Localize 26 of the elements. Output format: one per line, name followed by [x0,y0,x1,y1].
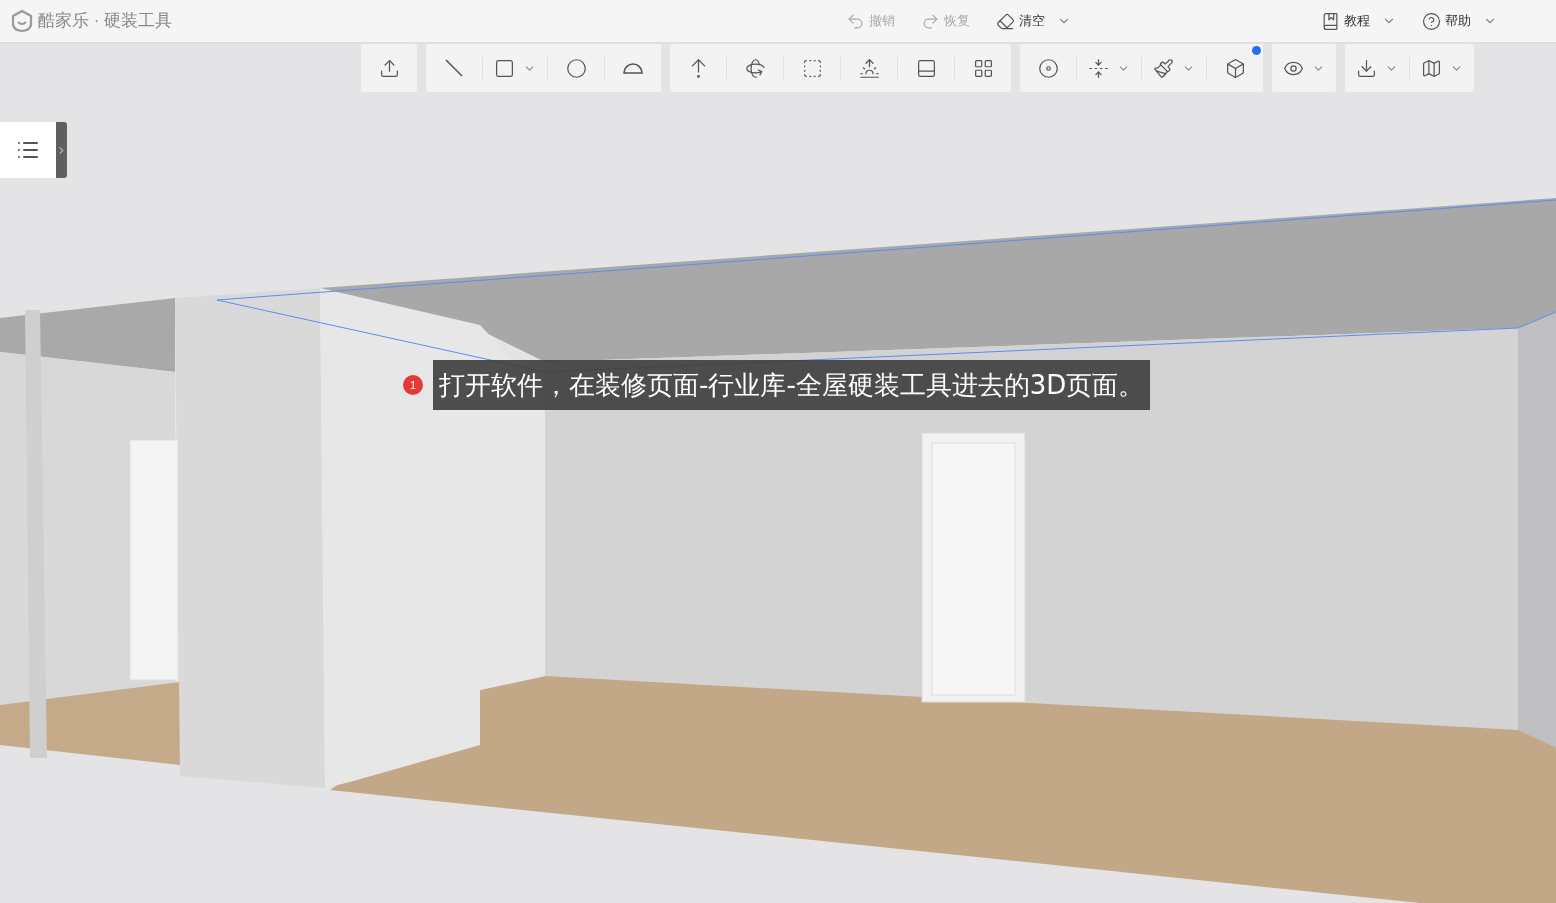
panel-icon [915,57,937,79]
square-icon [494,57,515,79]
fold-icon [1088,57,1109,79]
circle-icon [565,57,587,79]
map-icon [1421,57,1442,79]
upload-icon [378,57,400,79]
grid-icon [972,57,994,79]
cube-icon [1224,57,1246,79]
book-icon [1321,11,1340,31]
top-action-button[interactable]: 教程 [1321,11,1396,31]
help-icon [1422,11,1441,31]
rotate-icon [744,57,766,79]
download-icon [1356,57,1377,79]
caption-text: 打开软件，在装修页面-行业库-全屋硬装工具进去的3D页面。 [433,360,1151,410]
line-icon [443,57,465,79]
sunrise-icon [858,57,880,79]
logo-icon [10,9,34,33]
disc-icon [1037,57,1059,79]
dashed-square-icon [801,57,823,79]
app-title: 酷家乐 · 硬装工具 [38,10,173,33]
top-action-button[interactable]: 清空 [996,11,1071,31]
top-action-button[interactable]: 帮助 [1422,11,1497,31]
outline-list-button[interactable] [0,122,56,178]
panel-toggle-tab[interactable] [56,122,67,178]
paintbrush-icon [1153,57,1174,79]
eraser-icon [996,11,1015,31]
